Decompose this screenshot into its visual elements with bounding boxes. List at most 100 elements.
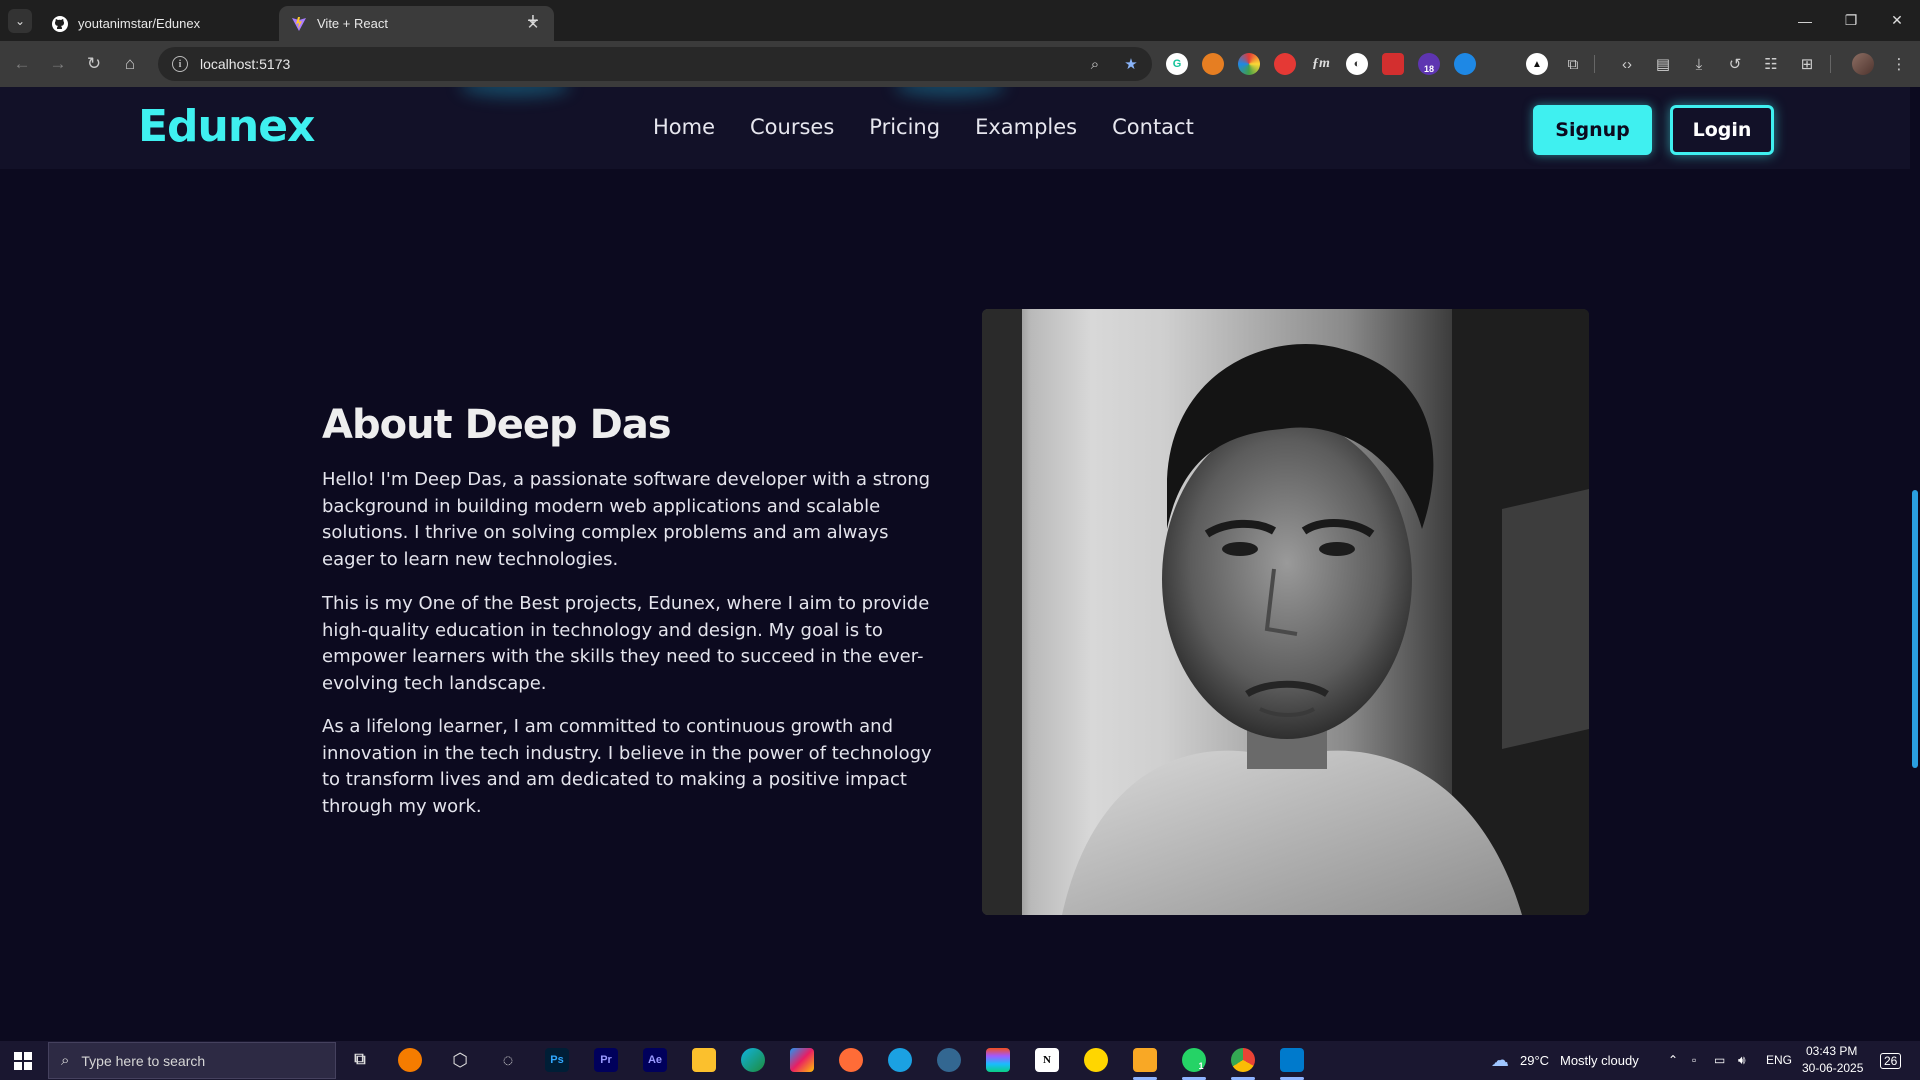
download-icon[interactable]: ⤓ xyxy=(1688,53,1710,75)
extension-badge: 18 xyxy=(1423,64,1434,74)
after-effects-icon[interactable]: Ae xyxy=(643,1048,667,1072)
address-bar[interactable]: i localhost:5173 ⌕ ★ xyxy=(158,47,1152,81)
portrait-photo xyxy=(982,309,1589,915)
extension-badged-icon[interactable]: 18 xyxy=(1418,53,1440,75)
tab-vite-react[interactable]: Vite + React ✕ xyxy=(279,6,554,41)
about-title: About Deep Das xyxy=(322,402,672,448)
close-window-icon[interactable]: ✕ xyxy=(1874,0,1920,41)
volume-icon[interactable]: 🔊︎ xyxy=(1738,1053,1746,1068)
weather-cloud-icon[interactable]: ☁ xyxy=(1488,1048,1512,1072)
tab-search-chevron-icon[interactable]: ⌄ xyxy=(8,9,32,33)
weather-text[interactable]: Mostly cloudy xyxy=(1560,1053,1639,1068)
grammarly-extension-icon[interactable]: G xyxy=(1166,53,1188,75)
language-indicator[interactable]: ENG xyxy=(1766,1053,1792,1067)
browser-toolbar: ← → ↻ ⌂ i localhost:5173 ⌕ ★ G ƒт ◐ 18 ▲… xyxy=(0,41,1920,87)
postman-icon[interactable] xyxy=(839,1048,863,1072)
photoshop-icon[interactable]: Ps xyxy=(545,1048,569,1072)
windows-taskbar: ⌕ Type here to search ⧉ ⬡ ◌ Ps Pr Ae N 1… xyxy=(0,1041,1920,1080)
color-picker-extension-icon[interactable] xyxy=(1238,53,1260,75)
signup-button[interactable]: Signup xyxy=(1533,105,1652,155)
font-extension-icon[interactable]: ƒт xyxy=(1310,53,1332,75)
extension-blue-icon[interactable] xyxy=(1454,53,1476,75)
performance-icon[interactable]: ☷ xyxy=(1760,53,1782,75)
nav-pricing[interactable]: Pricing xyxy=(869,115,940,139)
history-icon[interactable]: ↺ xyxy=(1724,53,1746,75)
clock-date[interactable]: 30-06-2025 xyxy=(1802,1061,1863,1075)
app-hexagon-icon[interactable]: ⬡ xyxy=(448,1048,472,1072)
devtools-code-icon[interactable]: ‹› xyxy=(1616,53,1638,75)
file-explorer-icon[interactable] xyxy=(1133,1048,1157,1072)
forward-arrow-icon[interactable]: → xyxy=(44,50,72,78)
vite-icon xyxy=(292,16,306,31)
home-icon[interactable]: ⌂ xyxy=(116,50,144,78)
header-glow xyxy=(895,87,1005,97)
notion-icon[interactable]: N xyxy=(1035,1048,1059,1072)
apps-grid-icon[interactable]: ⊞ xyxy=(1796,53,1818,75)
page-scrollbar[interactable] xyxy=(1910,87,1920,1041)
bookmark-star-icon[interactable]: ★ xyxy=(1122,55,1140,73)
back-arrow-icon[interactable]: ← xyxy=(8,50,36,78)
browser-tab-bar: ⌄ youtanimstar/Edunex ✕ Vite + React ✕ +… xyxy=(0,0,1920,41)
tray-device-icon[interactable]: ▫ xyxy=(1692,1053,1696,1067)
restore-icon[interactable]: ❐ xyxy=(1828,0,1874,41)
taskbar-search-box[interactable]: ⌕ Type here to search xyxy=(48,1042,336,1079)
nav-courses[interactable]: Courses xyxy=(750,115,834,139)
about-paragraph-2: This is my One of the Best projects, Edu… xyxy=(322,593,930,694)
extension-orange-icon[interactable] xyxy=(1202,53,1224,75)
toolbar-separator xyxy=(1830,55,1831,73)
blender-icon[interactable] xyxy=(398,1048,422,1072)
address-text: localhost:5173 xyxy=(200,56,291,72)
postgresql-icon[interactable] xyxy=(937,1048,961,1072)
app-blue-icon[interactable] xyxy=(888,1048,912,1072)
scrollbar-thumb[interactable] xyxy=(1912,490,1918,768)
github-icon xyxy=(52,15,68,32)
site-logo[interactable]: Edunex xyxy=(138,101,315,152)
portrait-illustration xyxy=(982,309,1589,915)
minimize-icon[interactable]: — xyxy=(1782,0,1828,41)
site-header: Edunex Home Courses Pricing Examples Con… xyxy=(0,87,1920,169)
edge-icon[interactable] xyxy=(741,1048,765,1072)
extension-white-icon[interactable]: ◐ xyxy=(1346,53,1368,75)
nav-contact[interactable]: Contact xyxy=(1112,115,1194,139)
app-yellow-icon[interactable] xyxy=(1084,1048,1108,1072)
tab-title: Vite + React xyxy=(317,16,388,31)
network-icon[interactable]: ▭ xyxy=(1714,1053,1725,1067)
toolbar-separator xyxy=(1594,55,1595,73)
reload-icon[interactable]: ↻ xyxy=(80,50,108,78)
notification-center-icon[interactable]: 26 xyxy=(1880,1053,1902,1069)
tab-github[interactable]: youtanimstar/Edunex ✕ xyxy=(40,6,315,41)
clock-time[interactable]: 03:43 PM xyxy=(1806,1044,1857,1058)
profile-avatar[interactable] xyxy=(1852,53,1874,75)
new-tab-button[interactable]: + xyxy=(520,8,546,34)
tab-title: youtanimstar/Edunex xyxy=(78,16,201,31)
chrome-icon[interactable] xyxy=(1231,1048,1255,1072)
search-icon: ⌕ xyxy=(61,1052,70,1069)
login-button[interactable]: Login xyxy=(1670,105,1774,155)
tray-chevron-up-icon[interactable]: ⌃ xyxy=(1668,1053,1678,1067)
site-info-icon[interactable]: i xyxy=(172,56,188,72)
taskbar-search-placeholder: Type here to search xyxy=(81,1052,206,1069)
whatsapp-icon[interactable]: 1 xyxy=(1182,1048,1206,1072)
sticky-notes-icon[interactable] xyxy=(692,1048,716,1072)
zoom-icon[interactable]: ⌕ xyxy=(1086,55,1104,73)
whatsapp-badge: 1 xyxy=(1198,1061,1204,1071)
figma-icon[interactable] xyxy=(986,1048,1010,1072)
nav-home[interactable]: Home xyxy=(653,115,715,139)
windows-start-icon[interactable] xyxy=(0,1041,46,1080)
about-paragraph-1: Hello! I'm Deep Das, a passionate softwa… xyxy=(322,469,931,570)
extension-gift-icon[interactable] xyxy=(1382,53,1404,75)
menu-kebab-icon[interactable]: ⋮ xyxy=(1888,53,1910,75)
about-paragraph-3: As a lifelong learner, I am committed to… xyxy=(322,716,932,817)
split-view-icon[interactable]: ▤ xyxy=(1652,53,1674,75)
task-view-icon[interactable]: ⧉ xyxy=(348,1048,372,1072)
weather-temp[interactable]: 29°C xyxy=(1520,1053,1549,1068)
copilot-icon[interactable] xyxy=(790,1048,814,1072)
extension-red-icon[interactable] xyxy=(1274,53,1296,75)
header-glow xyxy=(460,87,570,97)
vscode-icon[interactable] xyxy=(1280,1048,1304,1072)
extensions-puzzle-icon[interactable]: ⧉ xyxy=(1562,53,1584,75)
extension-triangle-icon[interactable]: ▲ xyxy=(1526,53,1548,75)
app-circle-icon[interactable]: ◌ xyxy=(496,1048,520,1072)
nav-examples[interactable]: Examples xyxy=(975,115,1077,139)
premiere-icon[interactable]: Pr xyxy=(594,1048,618,1072)
